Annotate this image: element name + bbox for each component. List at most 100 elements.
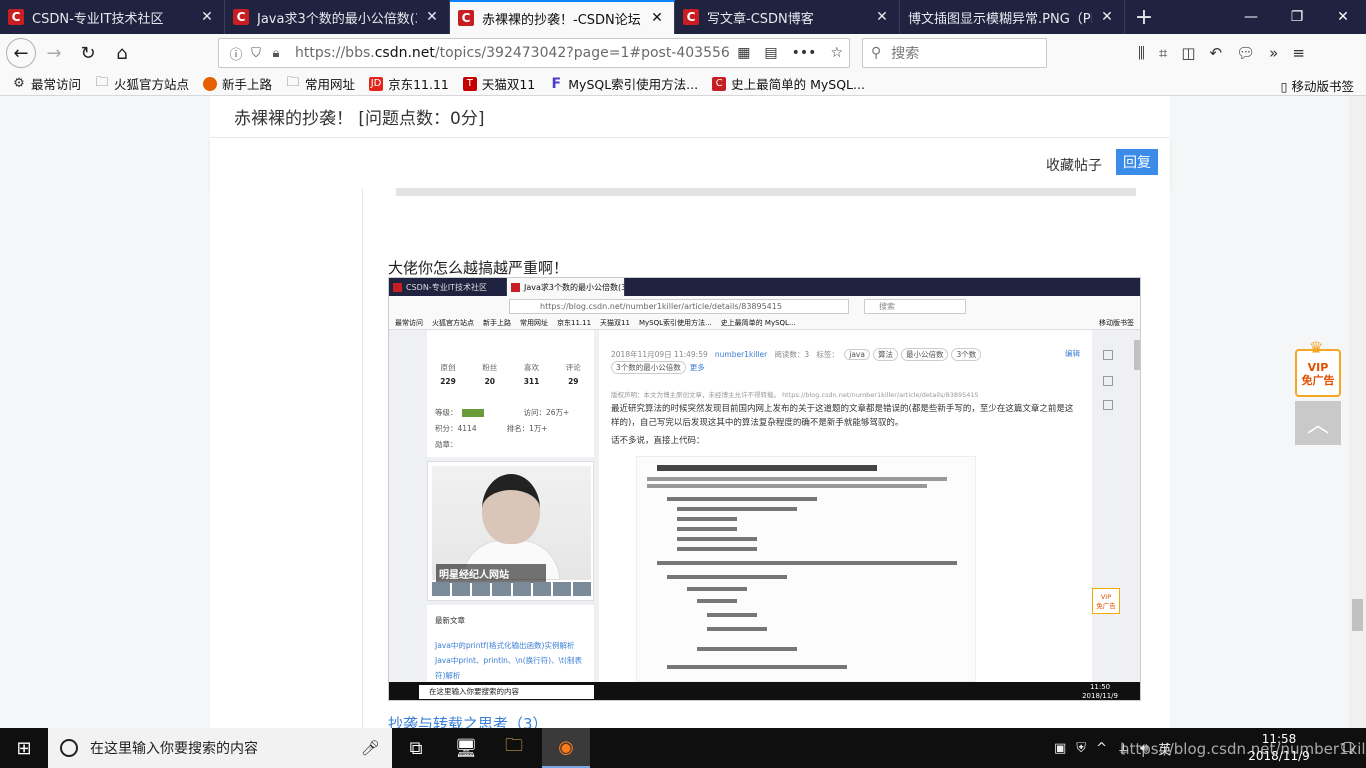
microphone-icon[interactable]: 🎤︎ — [361, 739, 380, 757]
related-post-link[interactable]: 抄袭与转载之思考（3） — [388, 713, 548, 728]
overflow-icon[interactable]: » — [1269, 44, 1278, 62]
minimize-button[interactable]: — — [1228, 0, 1274, 34]
csdn-icon — [393, 282, 402, 292]
window-controls: — ❐ ✕ — [1228, 0, 1366, 34]
taskbar-app-monitor[interactable]: 🖥︎ — [442, 728, 490, 768]
forward-button[interactable]: → — [38, 37, 70, 69]
search-input[interactable]: ⚲ 搜索 — [862, 38, 1047, 68]
url-bar[interactable]: ⓘ ⛉ 🔒︎ https://bbs.csdn.net/topics/39247… — [218, 38, 850, 68]
monitor-icon: 🖥︎ — [454, 737, 478, 759]
embedded-ad: 明星经纪人网站 — [427, 461, 594, 601]
csdn-icon: C — [8, 9, 24, 25]
task-view-button[interactable]: ⧉ — [392, 728, 440, 768]
embedded-taskbar: 在这里输入你要搜索的内容 11:50 2018/11/9 — [389, 682, 1140, 700]
restore-button[interactable]: ❐ — [1274, 0, 1320, 34]
embedded-recent-articles: 最新文章 Java中的printf(格式化输出函数)实例解析 Java中prin… — [427, 605, 594, 682]
embedded-copyright: 版权声明：本文为博主原创文章，未经博主允许不得转载。 https://blog.… — [611, 391, 979, 399]
embedded-stats: 原创 229 粉丝 20 喜欢 311 评论 29 — [440, 363, 581, 386]
back-to-top-button[interactable]: ︿ — [1295, 401, 1341, 445]
sidebar-icon[interactable]: ◫ — [1181, 44, 1195, 62]
tray-shield-icon[interactable]: ⛨ — [1076, 741, 1086, 756]
tab-label: Java求3个数的最小公倍数(3个 — [257, 11, 417, 27]
bookmark-item[interactable]: C 史上最简单的 MySQL... — [712, 74, 865, 93]
qr-code-icon[interactable]: ▦ — [737, 45, 750, 61]
menu-icon[interactable]: ≡ — [1292, 44, 1305, 62]
mobile-bookmarks[interactable]: ▯ 移动版书签 — [1281, 76, 1354, 95]
home-button[interactable]: ⌂ — [106, 37, 138, 69]
close-icon[interactable]: ✕ — [198, 9, 216, 25]
folder-icon: 🗀 — [95, 74, 109, 90]
tray-app-icon[interactable]: ▣ — [1054, 741, 1066, 756]
f-icon: F — [551, 75, 562, 92]
new-tab-button[interactable]: + — [1125, 0, 1163, 34]
tab-csdn-home[interactable]: C CSDN-专业IT技术社区 ✕ — [0, 0, 225, 34]
bookmark-item[interactable]: T 天猫双11 — [462, 74, 535, 93]
undo-icon[interactable]: ↶ — [1210, 44, 1223, 62]
csdn-icon — [511, 282, 520, 292]
close-icon[interactable]: ✕ — [873, 9, 891, 25]
embedded-bookmarks: 最常访问 火狐官方站点 新手上路 常用网址 京东11.11 天猫双11 MySQ… — [389, 317, 1140, 330]
start-button[interactable]: ⊞ — [0, 728, 48, 768]
reload-button[interactable]: ↻ — [72, 37, 104, 69]
search-icon: ⚲ — [871, 45, 882, 61]
screenshot-icon[interactable]: ⌗ — [1159, 44, 1167, 62]
tab-java-lcm[interactable]: C Java求3个数的最小公倍数(3个 ✕ — [225, 0, 450, 34]
embedded-code-image — [636, 456, 976, 682]
scrollbar-thumb[interactable] — [1352, 599, 1363, 631]
embedded-article: 2018年11月09日 11:49:59 number1killer 阅读数：3… — [599, 330, 1092, 682]
favorite-post-link[interactable]: 收藏帖子 — [1046, 155, 1102, 175]
tab-label: 写文章-CSDN博客 — [707, 11, 814, 27]
watermark: https://blog.csdn.net/number1killer — [1120, 740, 1366, 758]
bookmark-item[interactable]: JD 京东11.11 — [369, 74, 449, 93]
tab-image[interactable]: 博文插图显示模糊异常.PNG（PNG ✕ — [900, 0, 1125, 34]
tab-csdn-forum[interactable]: C 赤裸裸的抄袭！-CSDN论坛 ✕ — [450, 0, 675, 34]
chevron-up-icon: ︿ — [1306, 413, 1329, 438]
embedded-article-body: 最近研究算法的时候突然发现目前国内网上发布的关于这道题的文章都是错误的(都是些新… — [611, 404, 1074, 446]
bookmark-item[interactable]: 🗀 火狐官方站点 — [95, 74, 190, 93]
bookmark-star-icon[interactable]: ☆ — [830, 45, 843, 61]
vip-no-ads-badge[interactable]: ♛ VIP 免广告 — [1295, 340, 1341, 397]
reader-view-icon[interactable]: ▤ — [764, 45, 777, 61]
bookmark-item[interactable]: F MySQL索引使用方法... — [549, 74, 698, 93]
chat-icon[interactable]: 💬︎ — [1236, 44, 1255, 62]
tab-label: CSDN-专业IT技术社区 — [32, 11, 164, 27]
info-icon[interactable]: ⓘ — [227, 44, 245, 63]
library-icon[interactable]: ⫼ — [1138, 44, 1145, 62]
bookmark-item[interactable]: 🗀 常用网址 — [286, 74, 356, 93]
firefox-icon: ◉ — [558, 736, 574, 758]
tmall-icon: T — [462, 76, 477, 91]
browser-tab-strip: C CSDN-专业IT技术社区 ✕ C Java求3个数的最小公倍数(3个 ✕ … — [0, 0, 1366, 34]
taskbar-app-firefox[interactable]: ◉ — [542, 728, 590, 768]
taskbar-app-explorer[interactable]: 🗀 — [490, 728, 538, 768]
close-icon[interactable]: ✕ — [1098, 9, 1116, 25]
close-icon[interactable]: ✕ — [648, 10, 666, 26]
embedded-vip-badge: VIP 免广告 — [1092, 588, 1120, 614]
reply-button[interactable]: 回复 — [1116, 149, 1158, 175]
csdn-icon: C — [458, 10, 474, 26]
lock-icon[interactable]: 🔒︎ — [267, 46, 285, 61]
close-window-button[interactable]: ✕ — [1320, 0, 1366, 34]
close-icon[interactable]: ✕ — [423, 9, 441, 25]
embedded-ad-photo: 明星经纪人网站 — [432, 466, 591, 583]
embedded-meta: 等级： 访问：26万+ 积分：4114 排名：1万+ 勋章： — [435, 408, 570, 449]
tray-chevron-icon[interactable]: ^ — [1096, 741, 1107, 756]
embedded-article-meta: 2018年11月09日 11:49:59 number1killer 阅读数：3… — [611, 348, 982, 361]
windows-logo-icon: ⊞ — [16, 737, 32, 759]
back-button[interactable]: ← — [6, 38, 36, 68]
csdn-icon: C — [712, 76, 727, 91]
bookmark-item[interactable]: 新手上路 — [203, 74, 272, 93]
more-actions-icon[interactable]: ••• — [792, 45, 817, 61]
toolbar-icons: ⫼ ⌗ ◫ ↶ 💬︎ » ≡ — [1138, 34, 1305, 72]
tab-write-article[interactable]: C 写文章-CSDN博客 ✕ — [675, 0, 900, 34]
csdn-icon: C — [233, 9, 249, 25]
url-text[interactable]: https://bbs.csdn.net/topics/392473042?pa… — [295, 45, 735, 61]
embedded-tab-strip: CSDN-专业IT技术社区 Java求3个数的最小公倍数(3个 — [389, 278, 1140, 296]
embedded-edit-link: 编辑 — [1065, 349, 1080, 358]
embedded-tab: CSDN-专业IT技术社区 — [389, 278, 507, 296]
page-scrollbar[interactable] — [1349, 96, 1366, 728]
embedded-page: 原创 229 粉丝 20 喜欢 311 评论 29 等级： 访问：26万+ 积分：4114… — [389, 330, 1140, 682]
phone-icon: ▯ — [1280, 79, 1288, 94]
taskbar-search[interactable]: 在这里输入你要搜索的内容 🎤︎ — [48, 728, 392, 768]
shield-icon[interactable]: ⛉ — [247, 46, 265, 61]
bookmark-item[interactable]: ⚙ 最常访问 — [12, 74, 81, 93]
